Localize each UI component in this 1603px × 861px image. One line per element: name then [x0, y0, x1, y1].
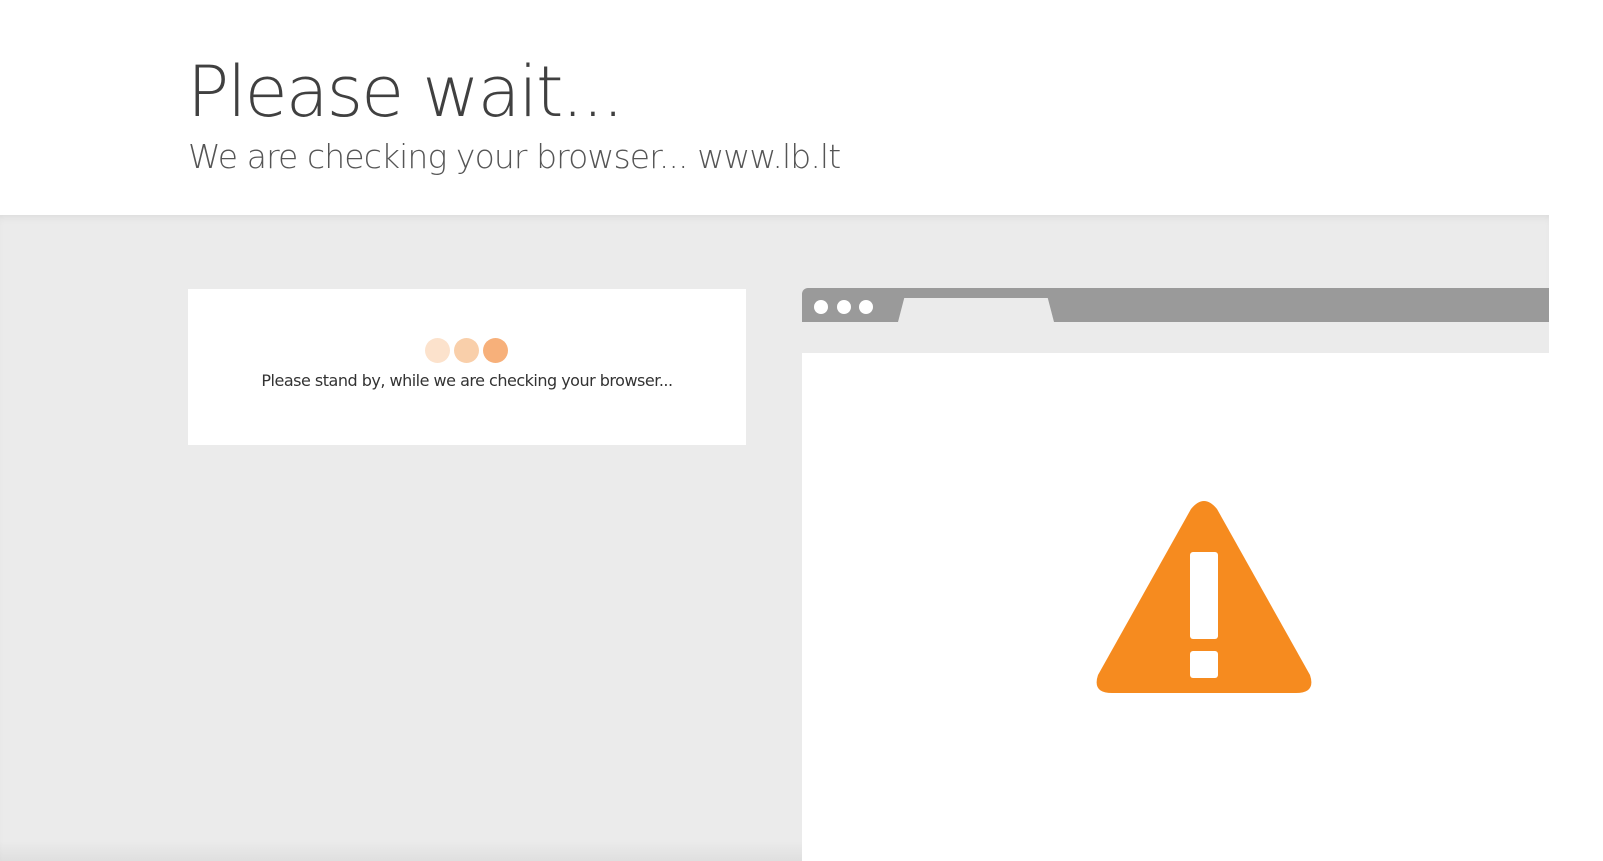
page-subtitle: We are checking your browser... www.lb.l… [188, 137, 841, 176]
loading-dot [425, 338, 450, 363]
warning-triangle-icon [1096, 501, 1312, 693]
loading-indicator [425, 337, 511, 363]
window-dot-icon [859, 300, 873, 314]
browser-chrome [802, 288, 1549, 322]
browser-toolbar [802, 322, 1549, 353]
browser-illustration [802, 288, 1549, 861]
status-card: Please stand by, while we are checking y… [188, 289, 746, 445]
page-title: Please wait... [187, 51, 624, 133]
window-dot-icon [814, 300, 828, 314]
window-dot-icon [837, 300, 851, 314]
page: Please wait... We are checking your brow… [0, 0, 1603, 861]
browser-viewport [802, 353, 1549, 861]
loading-dot [454, 338, 479, 363]
header: Please wait... We are checking your brow… [0, 0, 1549, 215]
loading-dot [483, 338, 508, 363]
bottom-shadow [0, 841, 802, 861]
main-content: Please stand by, while we are checking y… [0, 215, 1549, 861]
browser-tab [898, 298, 1054, 322]
status-message: Please stand by, while we are checking y… [261, 371, 673, 390]
